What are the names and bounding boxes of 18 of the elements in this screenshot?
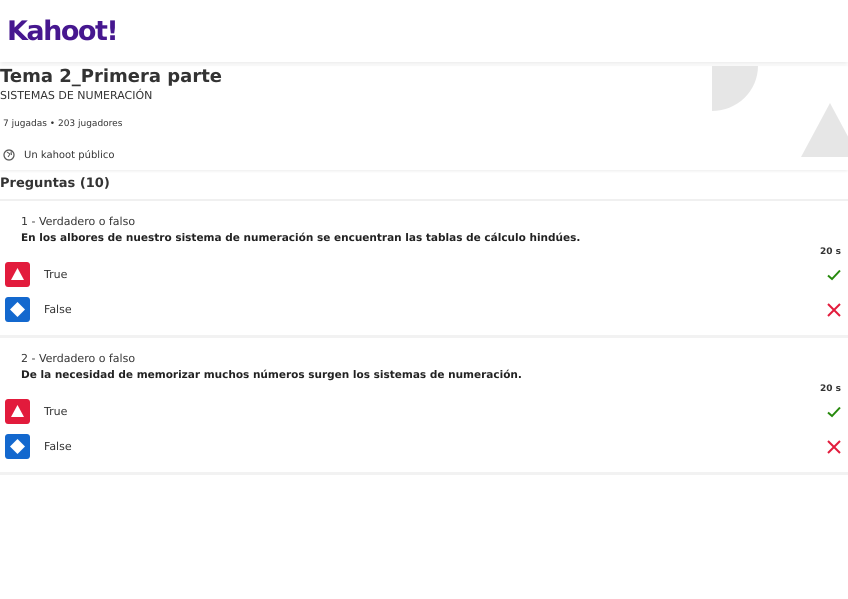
answer-label: False: [44, 303, 73, 316]
kahoot-subtitle: SISTEMAS DE NUMERACIÓN: [0, 89, 154, 102]
question-text: En los albores de nuestro sistema de numeración se encuentran las tablas de cálculo hindúes.: [21, 232, 582, 244]
semicircle-decoration: [712, 66, 758, 111]
play-stats: 7 jugadas • 203 jugadores: [3, 119, 124, 129]
time-limit: 20 s: [818, 384, 841, 394]
answer-label: False: [44, 440, 73, 453]
time-limit: 20 s: [818, 247, 841, 257]
question-type: 1 - Verdadero o falso: [21, 215, 136, 228]
question-type: 2 - Verdadero o falso: [21, 352, 136, 365]
answer-label: True: [44, 405, 68, 418]
questions-heading: Preguntas (10): [0, 170, 848, 201]
question-text: De la necesidad de memorizar muchos números surgen los sistemas de numeración.: [21, 369, 523, 381]
answer-label: True: [44, 268, 68, 281]
visibility-label: Un kahoot público: [24, 150, 114, 160]
triangle-decoration: [801, 103, 848, 157]
kahoot-logo[interactable]: Kahoot!: [7, 16, 118, 46]
kahoot-title: Tema 2_Primera parte: [0, 66, 224, 88]
